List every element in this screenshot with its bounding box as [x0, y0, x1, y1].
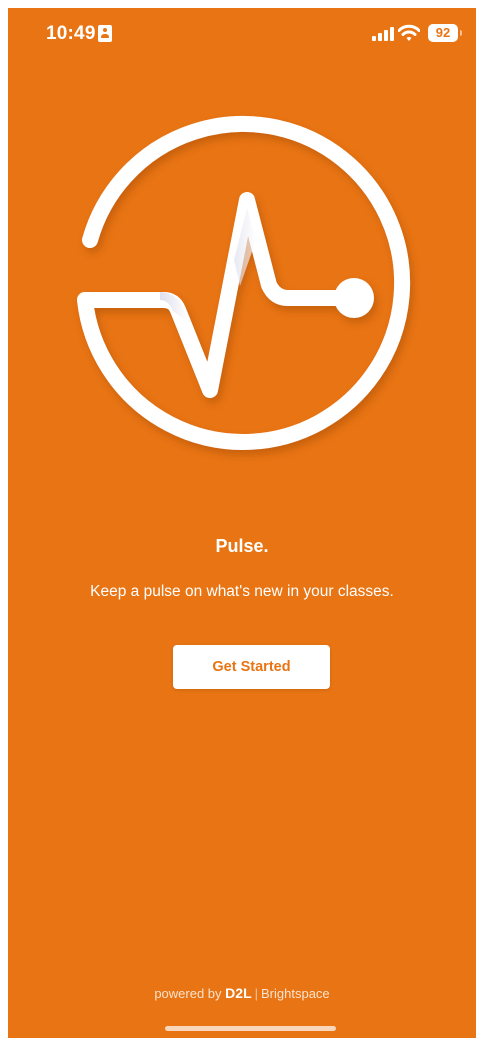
- d2l-logo: D2L: [225, 985, 252, 1001]
- battery-level: 92: [435, 25, 451, 40]
- app-tagline: Keep a pulse on what's new in your class…: [90, 583, 394, 600]
- cellular-signal-icon: [372, 27, 394, 41]
- status-bar: 10:49 92: [8, 8, 476, 60]
- powered-by-label: powered by: [154, 986, 222, 1001]
- contact-card-icon: [98, 25, 112, 42]
- battery-icon: 92: [428, 24, 458, 42]
- status-time: 10:49: [46, 23, 96, 44]
- get-started-button[interactable]: Get Started: [173, 645, 330, 689]
- wifi-icon: [398, 24, 420, 41]
- battery-tip: [460, 30, 462, 36]
- home-indicator[interactable]: [165, 1026, 336, 1031]
- brightspace-label: Brightspace: [261, 986, 330, 1001]
- welcome-screen: 10:49 92 Pulse. Keep a pulse on what's n…: [8, 8, 476, 1038]
- footer-divider: |: [254, 986, 259, 1001]
- app-title: Pulse.: [215, 536, 269, 556]
- pulse-heartbeat-icon: [77, 115, 411, 450]
- powered-by-footer: powered by D2L | Brightspace: [8, 985, 476, 1001]
